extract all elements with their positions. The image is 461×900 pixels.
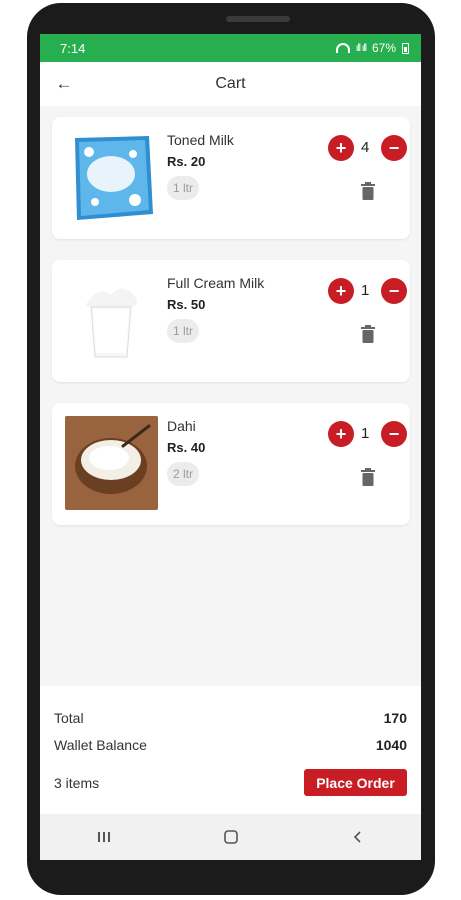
arrow-left-icon[interactable]: ←	[54, 74, 74, 94]
wallet-balance-value: 1040	[375, 737, 407, 753]
status-icons: ıll ıll 67%	[335, 41, 409, 55]
increase-quantity-button[interactable]: +	[328, 421, 354, 447]
unit-chip: 1 ltr	[167, 176, 200, 200]
increase-quantity-button[interactable]: +	[328, 135, 354, 161]
decrease-quantity-button[interactable]: −	[381, 135, 407, 161]
page-title: Cart	[215, 75, 246, 92]
item-name: Dahi	[167, 418, 196, 434]
item-price: Rs. 50	[167, 297, 206, 312]
system-nav-bar	[40, 814, 421, 860]
home-icon[interactable]	[216, 822, 246, 852]
item-price: Rs. 40	[167, 440, 206, 455]
wallet-balance-label: Wallet Balance	[54, 737, 147, 753]
battery-percent: 67%	[371, 41, 396, 55]
status-time: 7:14	[60, 40, 86, 56]
app-bar: ← Cart	[40, 62, 421, 106]
increase-quantity-button[interactable]: +	[328, 278, 354, 304]
decrease-quantity-button[interactable]: −	[381, 421, 407, 447]
back-nav-icon[interactable]	[343, 822, 373, 852]
quantity-count: 1	[361, 425, 370, 442]
phone-speaker	[226, 16, 290, 22]
cart-item-card: Dahi Rs. 40 2 ltr + 1 −	[52, 403, 410, 525]
total-value: 170	[383, 710, 407, 726]
status-bar: 7:14 ıll ıll 67%	[40, 34, 421, 62]
quantity-count: 4	[361, 139, 370, 156]
signal-icon: ıll ıll	[355, 42, 367, 54]
place-order-button[interactable]: Place Order	[304, 769, 407, 796]
unit-chip: 2 ltr	[167, 462, 200, 486]
recent-apps-icon[interactable]	[89, 822, 119, 852]
item-price: Rs. 20	[167, 154, 206, 169]
dahi-image	[65, 416, 158, 510]
trash-icon[interactable]	[360, 325, 376, 343]
wifi-icon	[335, 43, 350, 53]
total-label: Total	[54, 710, 84, 726]
item-name: Toned Milk	[167, 132, 234, 148]
unit-chip: 1 ltr	[167, 319, 200, 343]
order-summary: Total 170 Wallet Balance 1040 3 items Pl…	[40, 686, 421, 814]
app-screen: 7:14 ıll ıll 67% ← Cart Toned Milk Rs. 2…	[40, 34, 421, 860]
decrease-quantity-button[interactable]: −	[381, 278, 407, 304]
battery-icon	[402, 42, 409, 54]
item-name: Full Cream Milk	[167, 275, 265, 291]
trash-icon[interactable]	[360, 182, 376, 200]
items-count: 3 items	[54, 775, 100, 791]
full-cream-milk-image	[65, 273, 158, 367]
toned-milk-image	[65, 130, 158, 224]
cart-item-card: Full Cream Milk Rs. 50 1 ltr + 1 −	[52, 260, 410, 382]
trash-icon[interactable]	[360, 468, 376, 486]
quantity-count: 1	[361, 282, 370, 299]
cart-item-card: Toned Milk Rs. 20 1 ltr + 4 −	[52, 117, 410, 239]
